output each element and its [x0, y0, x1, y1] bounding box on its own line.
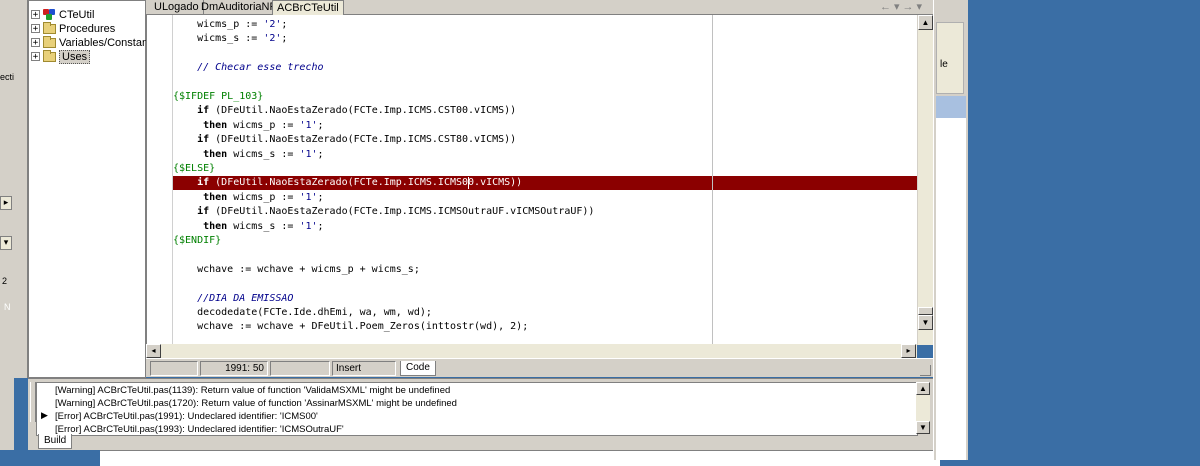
scroll-down-icon[interactable]: ▼ [918, 315, 933, 330]
tree-item-label: Variables/Constants [59, 36, 157, 49]
background-window-text: le [940, 59, 948, 70]
resize-grip-icon[interactable] [920, 365, 931, 376]
tree-item-cteutil[interactable]: + CTeUtil [31, 8, 94, 21]
editor-gutter[interactable] [147, 15, 173, 344]
message-item[interactable]: [Warning] ACBrCTeUtil.pas(1720): Return … [55, 397, 457, 411]
code-line[interactable]: if (DFeUtil.NaoEstaZerado(FCTe.Imp.ICMS.… [173, 176, 918, 191]
background-window-button[interactable]: le [936, 22, 964, 94]
code-line[interactable]: wicms_p := '2'; [173, 18, 918, 32]
status-panel-blank [270, 361, 330, 376]
background-window-header [936, 96, 966, 118]
message-panel: ▶ [Warning] ACBrCTeUtil.pas(1139): Retur… [28, 378, 933, 450]
background-window: le [933, 0, 968, 460]
code-line[interactable]: wchave := wchave + DFeUtil.Poem_Zeros(in… [173, 320, 918, 334]
code-line[interactable]: wicms_s := '2'; [173, 32, 918, 46]
right-margin-line [712, 15, 713, 344]
tree-item-variables-constants[interactable]: + Variables/Constants [31, 35, 157, 49]
code-line[interactable]: then wicms_p := '1'; [173, 191, 918, 205]
messages-vertical-scrollbar[interactable]: ▲ ▼ [916, 382, 930, 434]
tree-item-uses[interactable]: + Uses [31, 49, 91, 64]
tab-ulogado[interactable]: ULogado [150, 0, 204, 15]
left-panel-strip: ecti ▸ D ▾ 2 N [0, 0, 14, 466]
expand-icon[interactable]: + [31, 52, 40, 62]
tab-build[interactable]: Build [38, 434, 73, 449]
status-panel-modified [150, 361, 198, 376]
message-item[interactable]: [Warning] ACBrCTeUtil.pas(1139): Return … [55, 384, 450, 398]
code-area[interactable]: wicms_p := '2'; wicms_s := '2'; // Checa… [173, 15, 918, 344]
back-arrow-icon[interactable]: ← [880, 1, 894, 13]
left-text-fragment: ecti [0, 72, 15, 82]
unit-icon [43, 9, 56, 20]
code-line[interactable]: decodedate(FCTe.Ide.dhEmi, wa, wm, wd); [173, 306, 918, 320]
editor-vertical-scrollbar[interactable]: ▲ ▼ [917, 15, 933, 345]
nav-arrows: ←▾→▾ [880, 0, 925, 15]
cursor-position: 1991: 50 [200, 361, 268, 376]
left-text-fragment: 2 [2, 276, 8, 286]
insert-mode-indicator: Insert [332, 361, 396, 376]
tree-item-label: Procedures [59, 22, 116, 35]
code-line[interactable]: // Checar esse trecho [173, 61, 918, 75]
folder-icon [43, 21, 56, 34]
folder-icon [43, 35, 56, 48]
tab-code[interactable]: Code [400, 361, 436, 376]
code-line[interactable]: {$ENDIF} [173, 234, 918, 248]
editor-tab-strip: ULogado DmAuditoriaNFE ACBrCTeUtil ←▾→▾ [146, 0, 933, 15]
dropdown-arrow-icon[interactable]: ▾ [0, 236, 12, 250]
scroll-up-icon[interactable]: ▲ [916, 382, 930, 395]
selected-message-pointer-icon: ▶ [41, 410, 48, 420]
code-line[interactable]: {$IFDEF PL_103} [173, 90, 918, 104]
scroll-right-icon[interactable]: ▸ [0, 196, 12, 210]
expand-icon[interactable]: + [31, 38, 40, 48]
tree-item-label: Uses [59, 49, 91, 64]
code-line[interactable] [173, 47, 918, 61]
code-line[interactable]: if (DFeUtil.NaoEstaZerado(FCTe.Imp.ICMS.… [173, 104, 918, 118]
dropdown-arrow-icon[interactable]: ▾ [916, 1, 925, 13]
tab-acbrcteutil[interactable]: ACBrCTeUtil [272, 0, 344, 15]
expand-icon[interactable]: + [31, 24, 40, 34]
message-item[interactable]: [Error] ACBrCTeUtil.pas(1993): Undeclare… [55, 423, 344, 435]
code-line[interactable]: wchave := wchave + wicms_p + wicms_s; [173, 263, 918, 277]
code-line[interactable]: then wicms_p := '1'; [173, 119, 918, 133]
code-line[interactable]: //DIA DA EMISSAO [173, 292, 918, 306]
editor-status-bar: 1991: 50 Insert Code [146, 358, 933, 377]
code-line[interactable]: then wicms_s := '1'; [173, 148, 918, 162]
scroll-down-icon[interactable]: ▼ [916, 421, 930, 434]
editor-horizontal-scrollbar[interactable]: ◂ ▸ [146, 344, 917, 358]
scroll-up-icon[interactable]: ▲ [918, 15, 933, 30]
code-line[interactable] [173, 248, 918, 262]
scroll-thumb[interactable] [918, 307, 933, 315]
folder-icon [43, 49, 56, 62]
tree-item-procedures[interactable]: + Procedures [31, 21, 116, 35]
scroll-right-icon[interactable]: ▸ [901, 344, 916, 358]
forward-arrow-icon[interactable]: → [902, 1, 916, 13]
code-line[interactable]: if (DFeUtil.NaoEstaZerado(FCTe.Imp.ICMS.… [173, 205, 918, 219]
panel-frame [14, 0, 28, 378]
code-line[interactable]: {$ELSE} [173, 162, 918, 176]
code-editor[interactable]: wicms_p := '2'; wicms_s := '2'; // Checa… [146, 15, 933, 344]
code-line[interactable] [173, 277, 918, 291]
background-window-body [936, 118, 966, 460]
code-line[interactable] [173, 76, 918, 90]
expand-icon[interactable]: + [31, 10, 40, 20]
message-item[interactable]: [Error] ACBrCTeUtil.pas(1991): Undeclare… [55, 410, 318, 424]
message-list[interactable]: ▶ [Warning] ACBrCTeUtil.pas(1139): Retur… [36, 382, 918, 436]
scroll-left-icon[interactable]: ◂ [146, 344, 161, 358]
code-line[interactable]: if (DFeUtil.NaoEstaZerado(FCTe.Imp.ICMS.… [173, 133, 918, 147]
lower-window-edge [100, 450, 940, 466]
code-explorer-tree: + CTeUtil + Procedures + Variables/Const… [28, 0, 157, 378]
tree-item-label: CTeUtil [59, 8, 95, 21]
code-line[interactable]: then wicms_s := '1'; [173, 220, 918, 234]
text-caret [467, 177, 469, 190]
left-text-fragment: N [4, 302, 11, 312]
